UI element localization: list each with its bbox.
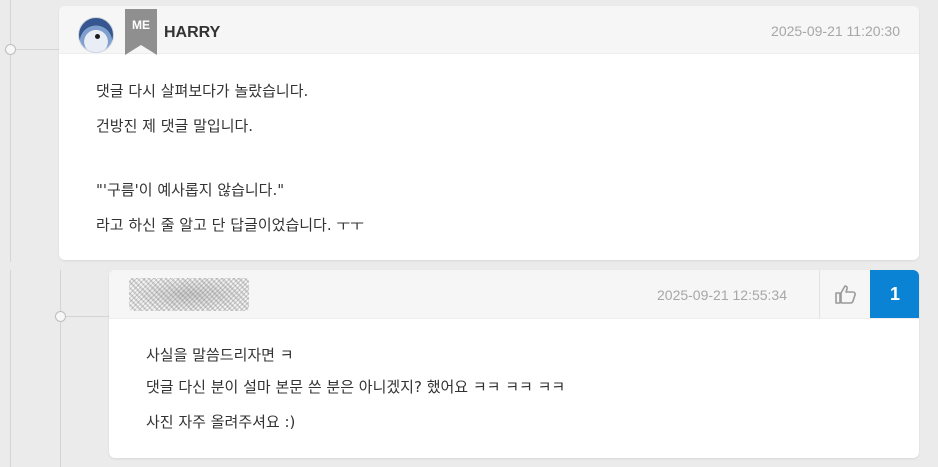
- reply-card: 2025-09-21 12:55:34 1 사실을 말씀드리자면 ㅋ 댓글 다신…: [109, 270, 919, 458]
- like-count-badge[interactable]: 1: [870, 270, 919, 318]
- comment-timestamp: 2025-09-21 11:20:30: [771, 23, 900, 39]
- thread-line-reply: [60, 270, 61, 467]
- reply-line: 사진 자주 올려주셔요 :): [146, 413, 296, 431]
- comment-line: "'구름'이 예사롭지 않습니다.": [96, 181, 285, 199]
- connector-1: [15, 49, 59, 50]
- reply-header: 2025-09-21 12:55:34 1: [109, 270, 919, 319]
- user-avatar[interactable]: [78, 17, 114, 53]
- comment-line: 댓글 다시 살펴보다가 놀랐습니다.: [96, 82, 309, 100]
- blurred-author-name: [129, 278, 249, 311]
- connector-2: [65, 316, 109, 317]
- me-badge-label: ME: [132, 18, 150, 32]
- thread-node-2: [55, 311, 66, 322]
- comment-card-harry: ME HARRY 2025-09-21 11:20:30 댓글 다시 살펴보다가…: [59, 6, 919, 260]
- thumbs-up-icon: [834, 285, 856, 304]
- reply-timestamp: 2025-09-21 12:55:34: [657, 287, 787, 303]
- thread-line-sub: [10, 270, 11, 467]
- reply-line: 사실을 말씀드리자면 ㅋ: [146, 346, 294, 364]
- author-name[interactable]: HARRY: [164, 24, 220, 42]
- bookmark-icon: [125, 9, 157, 55]
- comment-header: ME HARRY 2025-09-21 11:20:30: [59, 6, 919, 57]
- comment-line: 라고 하신 줄 알고 단 답글이었습니다. ㅜㅜ: [96, 216, 364, 234]
- me-bookmark-badge: ME: [125, 9, 157, 57]
- reply-line: 댓글 다신 분이 설마 본문 쓴 분은 아니겠지? 했어요 ㅋㅋ ㅋㅋ ㅋㅋ: [146, 378, 566, 396]
- comment-line: 건방진 제 댓글 말입니다.: [96, 117, 254, 135]
- thread-line-main: [10, 0, 11, 262]
- thread-node-1: [5, 44, 16, 55]
- like-button[interactable]: [819, 270, 871, 318]
